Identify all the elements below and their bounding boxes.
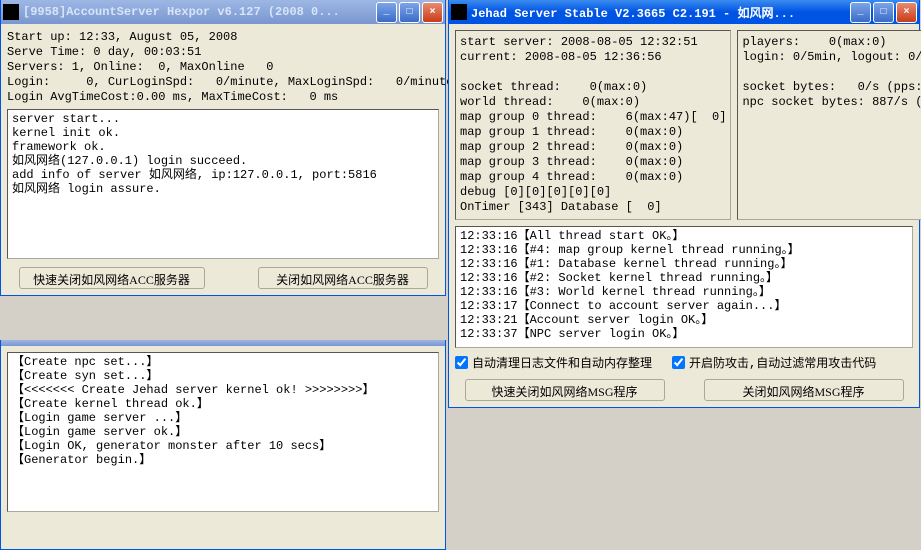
- close-button[interactable]: ×: [422, 2, 443, 23]
- account-server-window: [9958]AccountServer Hexpor v6.127 (2008 …: [0, 0, 446, 296]
- titlebar[interactable]: [9958]AccountServer Hexpor v6.127 (2008 …: [1, 0, 445, 24]
- close-acc-button[interactable]: 关闭如风网络ACC服务器: [258, 267, 428, 289]
- log-textbox[interactable]: 【Create npc set...】 【Create syn set...】 …: [7, 352, 439, 512]
- auto-clean-checkbox[interactable]: 自动清理日志文件和自动内存整理: [455, 354, 652, 371]
- auto-clean-input[interactable]: [455, 356, 468, 369]
- anti-attack-checkbox[interactable]: 开启防攻击,自动过滤常用攻击代码: [672, 354, 876, 371]
- app-icon: [3, 4, 19, 20]
- close-button[interactable]: ×: [896, 2, 917, 23]
- server-info: Start up: 12:33, August 05, 2008 Serve T…: [7, 30, 439, 105]
- log-textbox[interactable]: 12:33:16【All thread start OK。】 12:33:16【…: [455, 226, 913, 348]
- window-title: Jehad Server Stable V2.3665 C2.191 - 如风网…: [471, 4, 850, 21]
- maximize-button[interactable]: □: [399, 2, 420, 23]
- app-icon: [451, 4, 467, 20]
- jehad-server-window: Jehad Server Stable V2.3665 C2.191 - 如风网…: [448, 0, 920, 408]
- stats-left: start server: 2008-08-05 12:32:51 curren…: [455, 30, 731, 220]
- log-textbox[interactable]: server start... kernel init ok. framewor…: [7, 109, 439, 259]
- stats-right: players: 0(max:0) login: 0/5min, logout:…: [737, 30, 921, 220]
- minimize-button[interactable]: _: [376, 2, 397, 23]
- titlebar[interactable]: Jehad Server Stable V2.3665 C2.191 - 如风网…: [449, 0, 919, 24]
- fast-close-acc-button[interactable]: 快速关闭如风网络ACC服务器: [19, 267, 205, 289]
- minimize-button[interactable]: _: [850, 2, 871, 23]
- maximize-button[interactable]: □: [873, 2, 894, 23]
- anti-attack-input[interactable]: [672, 356, 685, 369]
- fast-close-msg-button[interactable]: 快速关闭如风网络MSG程序: [465, 379, 665, 401]
- window-title: [9958]AccountServer Hexpor v6.127 (2008 …: [23, 5, 376, 19]
- npc-server-window: 【Create npc set...】 【Create syn set...】 …: [0, 340, 446, 550]
- close-msg-button[interactable]: 关闭如风网络MSG程序: [704, 379, 904, 401]
